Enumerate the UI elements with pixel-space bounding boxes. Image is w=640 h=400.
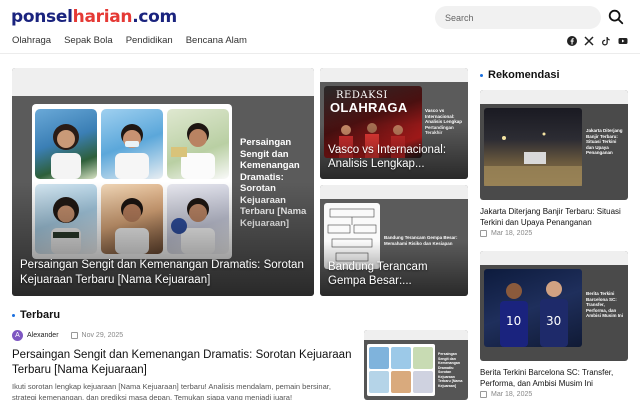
thumb-collage — [367, 344, 435, 396]
social-links — [567, 36, 628, 46]
article-meta: A Alexander Nov 29, 2025 — [12, 330, 123, 341]
flood-image — [484, 108, 582, 186]
latest-article-excerpt: Ikuti sorotan lengkap kejuaraan [Nama Ke… — [12, 382, 331, 400]
card-band — [12, 68, 314, 96]
featured-title-vasco[interactable]: Vasco vs Internacional: Analisis Lengkap… — [328, 143, 460, 171]
recommend-title-1[interactable]: Jakarta Diterjang Banjir Terbaru: Situas… — [480, 206, 630, 228]
youtube-icon[interactable] — [618, 36, 628, 46]
facebook-icon[interactable] — [567, 36, 577, 46]
search-input[interactable] — [435, 6, 601, 29]
recommend-meta-1: Mar 18, 2025 — [480, 230, 532, 237]
calendar-icon — [480, 391, 487, 398]
logo-part-1: ponsel — [11, 7, 73, 27]
section-heading-terbaru: Terbaru — [12, 309, 60, 321]
photo-student-1 — [35, 109, 97, 179]
hero-card[interactable]: Persaingan Sengit dan Kemenangan Dramati… — [12, 68, 314, 296]
recommend-thumb-2[interactable]: 10 30 Berita Terkini Barcelona SC: Transf… — [480, 251, 628, 361]
logo-part-3: .com — [132, 7, 177, 27]
recommend-meta-2: Mar 18, 2025 — [480, 391, 532, 398]
tiktok-icon[interactable] — [601, 36, 611, 46]
photo-student-3 — [167, 109, 229, 179]
recommend-date-2: Mar 18, 2025 — [491, 391, 533, 398]
thumb-caption: Jakarta Diterjang Banjir Terbaru: Situas… — [586, 128, 623, 155]
featured-title-bandung[interactable]: Bandung Terancam Gempa Besar:... — [328, 260, 460, 288]
card-band — [480, 251, 628, 265]
thumb-caption: Berita Terkini Barcelona SC: Transfer, P… — [586, 291, 624, 318]
card-band — [320, 68, 468, 82]
site-header: ponselharian.com Olahraga Sepak Bola Pen… — [0, 0, 640, 54]
search-icon[interactable] — [607, 8, 625, 26]
recommend-date-1: Mar 18, 2025 — [491, 230, 533, 237]
nav-item-olahraga[interactable]: Olahraga — [12, 35, 51, 46]
site-logo[interactable]: ponselharian.com — [11, 7, 177, 27]
card-band — [480, 90, 628, 104]
article-date: Nov 29, 2025 — [81, 332, 124, 339]
card-band — [364, 330, 468, 340]
photo-student-2 — [101, 109, 163, 179]
logo-part-2: harian — [72, 7, 133, 27]
nav-item-bencana-alam[interactable]: Bencana Alam — [186, 35, 247, 46]
recommend-thumb-1[interactable]: Jakarta Diterjang Banjir Terbaru: Situas… — [480, 90, 628, 200]
nav-item-pendidikan[interactable]: Pendidikan — [126, 35, 173, 46]
latest-article-title[interactable]: Persaingan Sengit dan Kemenangan Dramati… — [12, 348, 352, 377]
avatar: A — [12, 330, 23, 341]
featured-card-bandung[interactable]: Bandung Terancam Gempa Besar: Memahami R… — [320, 185, 468, 296]
author-name[interactable]: Alexander — [27, 332, 59, 339]
recommend-title-2[interactable]: Berita Terkini Barcelona SC: Transfer, P… — [480, 367, 630, 389]
nav-item-sepak-bola[interactable]: Sepak Bola — [64, 35, 113, 46]
x-icon[interactable] — [584, 36, 594, 46]
svg-text:10: 10 — [506, 314, 521, 328]
latest-article-thumb[interactable]: Persaingan Sengit dan Kemenangan Dramati… — [364, 330, 468, 400]
section-heading-rekomendasi: Rekomendasi — [480, 69, 560, 81]
svg-text:30: 30 — [546, 314, 561, 328]
card-band — [320, 185, 468, 199]
thumb-caption: Persaingan Sengit dan Kemenangan Dramati… — [438, 352, 463, 388]
calendar-icon — [480, 230, 487, 237]
calendar-icon — [70, 332, 78, 339]
barcelona-image: 10 30 — [484, 269, 582, 347]
featured-card-vasco[interactable]: REDAKSI OLAHRAGA Vasco vs Internacional:… — [320, 68, 468, 179]
main-nav: Olahraga Sepak Bola Pendidikan Bencana A… — [12, 35, 260, 46]
hero-title[interactable]: Persaingan Sengit dan Kemenangan Dramati… — [20, 258, 306, 288]
